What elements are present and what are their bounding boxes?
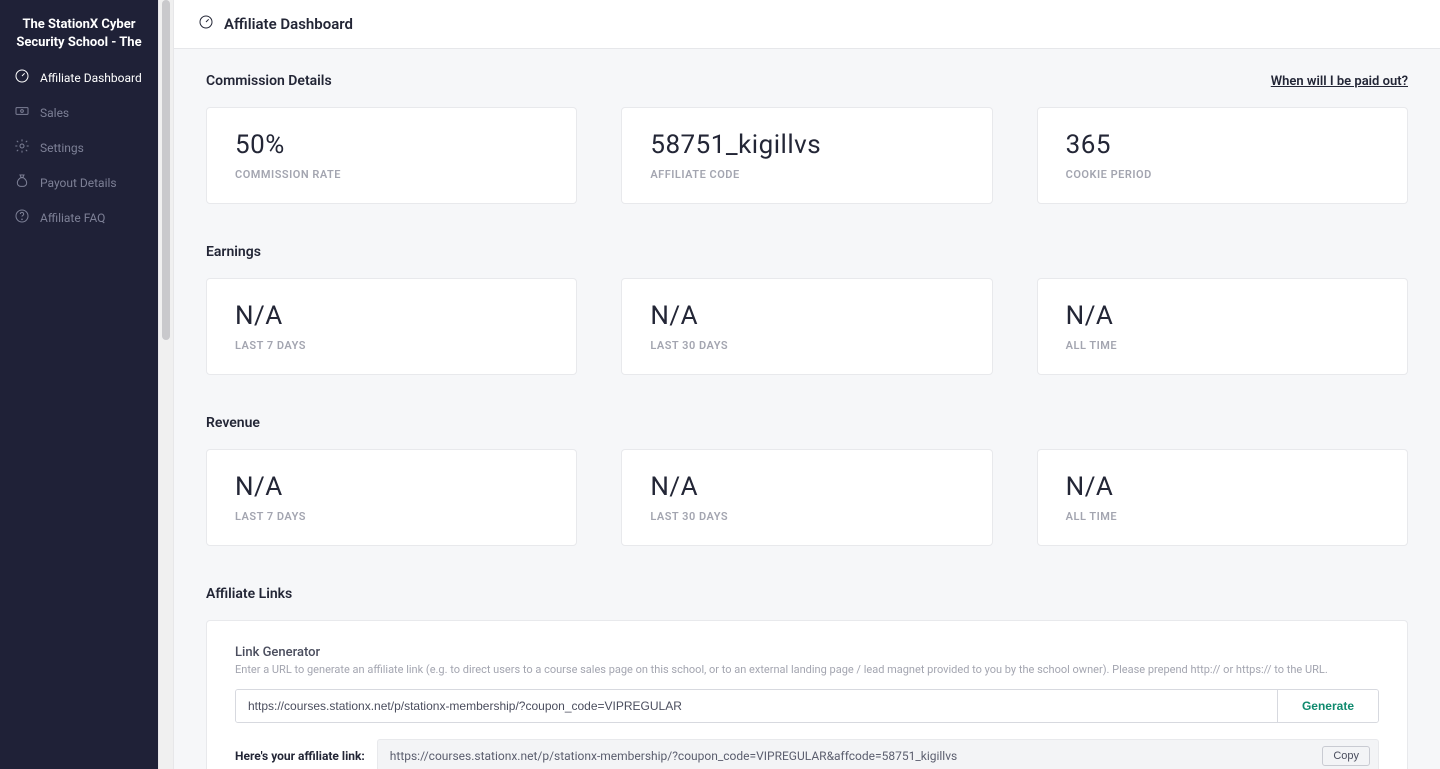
nav-item-label: Affiliate FAQ <box>40 211 105 225</box>
affiliate-code-card: 58751_kigillvs AFFILIATE CODE <box>621 107 992 204</box>
revenue-30d-card: N/A LAST 30 DAYS <box>621 449 992 546</box>
nav-item-label: Settings <box>40 141 84 155</box>
earnings-cards: N/A LAST 7 DAYS N/A LAST 30 DAYS N/A ALL… <box>206 278 1408 375</box>
commission-title: Commission Details <box>206 73 332 89</box>
affiliate-link-result-row: Here's your affiliate link: https://cour… <box>235 739 1379 769</box>
commission-rate-value: 50% <box>235 130 548 160</box>
earnings-30d-card: N/A LAST 30 DAYS <box>621 278 992 375</box>
sidebar: The StationX Cyber Security School - The… <box>0 0 158 769</box>
topbar: Affiliate Dashboard <box>174 0 1440 49</box>
nav-affiliate-dashboard[interactable]: Affiliate Dashboard <box>0 60 158 95</box>
revenue-7d-label: LAST 7 DAYS <box>235 510 548 523</box>
earnings-header: Earnings <box>206 244 1408 260</box>
school-title: The StationX Cyber Security School - The <box>0 0 158 56</box>
nav-sales[interactable]: Sales <box>0 95 158 130</box>
earnings-7d-value: N/A <box>235 301 548 331</box>
generate-button[interactable]: Generate <box>1277 690 1378 722</box>
revenue-all-label: ALL TIME <box>1066 510 1379 523</box>
help-icon <box>14 208 30 227</box>
main-area: Affiliate Dashboard Commission Details W… <box>174 0 1440 769</box>
scrollbar-thumb[interactable] <box>162 0 170 340</box>
revenue-all-card: N/A ALL TIME <box>1037 449 1408 546</box>
content: Commission Details When will I be paid o… <box>174 49 1440 769</box>
earnings-title: Earnings <box>206 244 261 260</box>
nav-item-label: Payout Details <box>40 176 117 190</box>
earnings-all-value: N/A <box>1066 301 1379 331</box>
revenue-title: Revenue <box>206 415 260 431</box>
link-generator-title: Link Generator <box>235 645 1379 660</box>
cookie-period-label: COOKIE PERIOD <box>1066 168 1379 181</box>
nav-settings[interactable]: Settings <box>0 130 158 165</box>
paid-out-link[interactable]: When will I be paid out? <box>1271 74 1408 89</box>
affiliate-code-label: AFFILIATE CODE <box>650 168 963 181</box>
cookie-period-value: 365 <box>1066 130 1379 160</box>
gauge-icon <box>14 68 30 87</box>
revenue-cards: N/A LAST 7 DAYS N/A LAST 30 DAYS N/A ALL… <box>206 449 1408 546</box>
nav-item-label: Sales <box>40 106 69 120</box>
copy-button[interactable]: Copy <box>1322 746 1370 766</box>
sidebar-nav: Affiliate Dashboard Sales Settings Payou… <box>0 60 158 235</box>
cookie-period-card: 365 COOKIE PERIOD <box>1037 107 1408 204</box>
earnings-30d-value: N/A <box>650 301 963 331</box>
link-input-row: Generate <box>235 689 1379 723</box>
moneybag-icon <box>14 173 30 192</box>
links-header: Affiliate Links <box>206 586 1408 602</box>
affiliate-code-value: 58751_kigillvs <box>650 130 963 160</box>
earnings-30d-label: LAST 30 DAYS <box>650 339 963 352</box>
commission-rate-card: 50% COMMISSION RATE <box>206 107 577 204</box>
links-title: Affiliate Links <box>206 586 292 602</box>
nav-affiliate-faq[interactable]: Affiliate FAQ <box>0 200 158 235</box>
revenue-7d-value: N/A <box>235 472 548 502</box>
earnings-7d-card: N/A LAST 7 DAYS <box>206 278 577 375</box>
revenue-header: Revenue <box>206 415 1408 431</box>
revenue-all-value: N/A <box>1066 472 1379 502</box>
commission-rate-label: COMMISSION RATE <box>235 168 548 181</box>
affiliate-link-result-label: Here's your affiliate link: <box>235 749 365 763</box>
gear-icon <box>14 138 30 157</box>
revenue-30d-value: N/A <box>650 472 963 502</box>
link-generator-panel: Link Generator Enter a URL to generate a… <box>206 620 1408 769</box>
page-title: Affiliate Dashboard <box>224 15 353 33</box>
affiliate-link-result-box: https://courses.stationx.net/p/stationx-… <box>377 739 1379 769</box>
nav-item-label: Affiliate Dashboard <box>40 71 142 85</box>
cash-icon <box>14 103 30 122</box>
earnings-all-card: N/A ALL TIME <box>1037 278 1408 375</box>
affiliate-link-url: https://courses.stationx.net/p/stationx-… <box>390 749 1323 763</box>
link-generator-desc: Enter a URL to generate an affiliate lin… <box>235 662 1379 677</box>
commission-header: Commission Details When will I be paid o… <box>206 73 1408 89</box>
commission-cards: 50% COMMISSION RATE 58751_kigillvs AFFIL… <box>206 107 1408 204</box>
earnings-7d-label: LAST 7 DAYS <box>235 339 548 352</box>
link-url-input[interactable] <box>236 690 1277 722</box>
scrollbar[interactable] <box>158 0 174 769</box>
earnings-all-label: ALL TIME <box>1066 339 1379 352</box>
gauge-icon <box>198 14 214 34</box>
revenue-7d-card: N/A LAST 7 DAYS <box>206 449 577 546</box>
nav-payout-details[interactable]: Payout Details <box>0 165 158 200</box>
revenue-30d-label: LAST 30 DAYS <box>650 510 963 523</box>
